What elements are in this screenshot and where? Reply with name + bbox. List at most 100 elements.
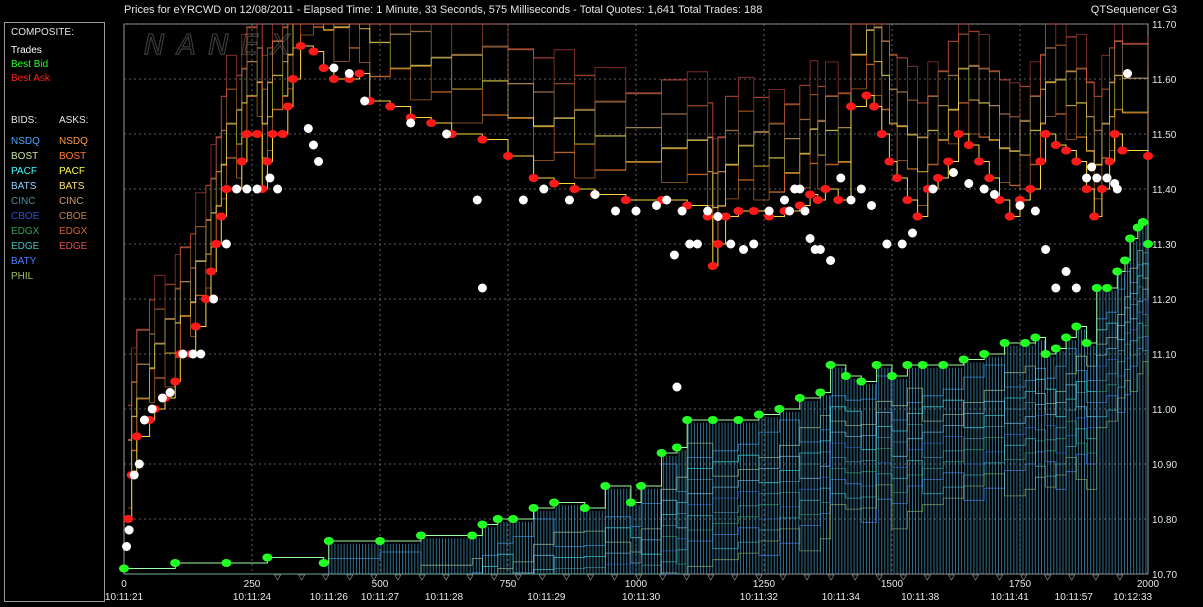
best-ask-point <box>131 432 142 441</box>
trade-point <box>242 184 252 194</box>
trade-point <box>964 179 974 188</box>
time-label: 10:11:38 <box>901 592 940 603</box>
best-bid-point <box>1102 284 1113 292</box>
best-bid-point <box>656 449 667 457</box>
legend-bid-edge: EDGE <box>11 241 40 252</box>
best-ask-point <box>236 157 247 166</box>
tick-marker <box>1092 574 1100 581</box>
trade-point <box>178 349 188 359</box>
best-bid-point <box>415 531 426 540</box>
trade-point <box>779 195 789 205</box>
trade-point <box>252 184 262 194</box>
legend-bid-bost: BOST <box>11 151 39 162</box>
trade-point <box>672 382 682 392</box>
best-bid-point <box>549 498 560 507</box>
legend-ask-cinc: CINC <box>59 196 84 207</box>
legend-ask-edgx: EDGX <box>59 226 88 237</box>
trade-point <box>764 206 774 216</box>
trade-point <box>795 184 805 194</box>
best-ask-point <box>549 179 560 188</box>
trade-point <box>139 415 149 425</box>
x-tick-label: 0 <box>121 579 127 590</box>
best-ask-point <box>943 157 954 166</box>
best-bid-point <box>671 443 682 452</box>
legend-bid-cinc: CINC <box>11 196 36 207</box>
trade-point <box>221 239 231 249</box>
tick-marker <box>1068 574 1076 581</box>
trade-point <box>122 542 132 551</box>
best-ask-point <box>1143 152 1153 160</box>
trade-point <box>406 118 416 128</box>
best-bid-point <box>323 537 334 545</box>
trade-point <box>685 239 695 249</box>
tick-marker <box>707 574 715 581</box>
best-ask-point <box>748 207 759 215</box>
legend-composite-best-ask: Best Ask <box>11 73 50 84</box>
best-ask-point <box>712 240 723 248</box>
best-ask-point <box>1104 157 1115 166</box>
trade-point <box>692 239 702 249</box>
time-label: 10:11:30 <box>622 592 661 603</box>
best-bid-point <box>1143 240 1153 248</box>
trade-point <box>836 173 846 183</box>
legend-bid-bats: BATS <box>11 181 37 192</box>
trade-point <box>739 245 749 254</box>
best-ask-point <box>170 377 181 386</box>
best-ask-point <box>1071 157 1082 166</box>
best-bid-point <box>917 361 928 369</box>
tick-marker <box>971 574 979 581</box>
best-ask-point <box>426 119 437 127</box>
trade-point <box>564 195 574 205</box>
trade-point <box>477 283 487 293</box>
best-ask-point <box>620 196 631 204</box>
trade-point <box>157 393 167 403</box>
legend-ask-edge: EDGE <box>59 241 88 252</box>
best-ask-point <box>282 102 293 111</box>
best-ask-point <box>912 212 923 221</box>
tick-marker <box>803 574 811 581</box>
tick-marker <box>1116 574 1124 581</box>
best-ask-point <box>1050 141 1061 149</box>
best-bid-point <box>979 350 990 358</box>
tick-marker <box>610 574 619 581</box>
legend-bid-phil: PHIL <box>11 271 34 282</box>
composite-title: COMPOSITE: <box>11 27 74 38</box>
best-ask-point <box>328 75 339 83</box>
trade-point <box>308 140 318 150</box>
best-bid-point <box>815 388 826 397</box>
legend-bid-pacf: PACF <box>11 166 37 177</box>
best-ask-point <box>1081 185 1092 193</box>
tick-marker <box>827 574 835 581</box>
tick-marker <box>538 574 546 581</box>
best-bid-point <box>1050 344 1061 353</box>
watermark: NANEX <box>144 28 302 61</box>
trade-point <box>867 201 877 210</box>
time-label: 10:11:57 <box>1055 592 1094 603</box>
best-ask-point <box>1040 130 1051 138</box>
trade-point <box>703 206 713 216</box>
legend-ask-bost: BOST <box>59 151 87 162</box>
y-tick-label: 10.80 <box>1152 515 1177 526</box>
y-tick-label: 11.50 <box>1152 130 1177 141</box>
y-tick-label: 10.90 <box>1152 460 1177 471</box>
y-tick-label: 11.00 <box>1152 405 1177 416</box>
best-ask-point <box>892 174 903 182</box>
time-label: 10:11:32 <box>740 592 779 603</box>
trade-point <box>897 239 907 249</box>
legend-bid-baty: BATY <box>11 256 37 267</box>
best-ask-point <box>707 262 718 270</box>
trade-point <box>1087 162 1097 172</box>
x-tick-label: 750 <box>500 579 517 590</box>
best-bid-point <box>938 361 949 369</box>
best-ask-point <box>963 141 974 149</box>
legend-bid-nsdq: NSDQ <box>11 136 40 147</box>
best-bid-point <box>825 361 836 369</box>
x-tick-label: 1250 <box>753 579 776 590</box>
y-tick-label: 11.40 <box>1152 185 1177 196</box>
best-bid-point <box>119 564 129 573</box>
best-ask-point <box>287 75 298 83</box>
time-label: 10:11:24 <box>233 592 272 603</box>
best-ask-point <box>812 196 823 204</box>
trade-point <box>188 349 198 359</box>
tick-marker <box>562 574 570 581</box>
